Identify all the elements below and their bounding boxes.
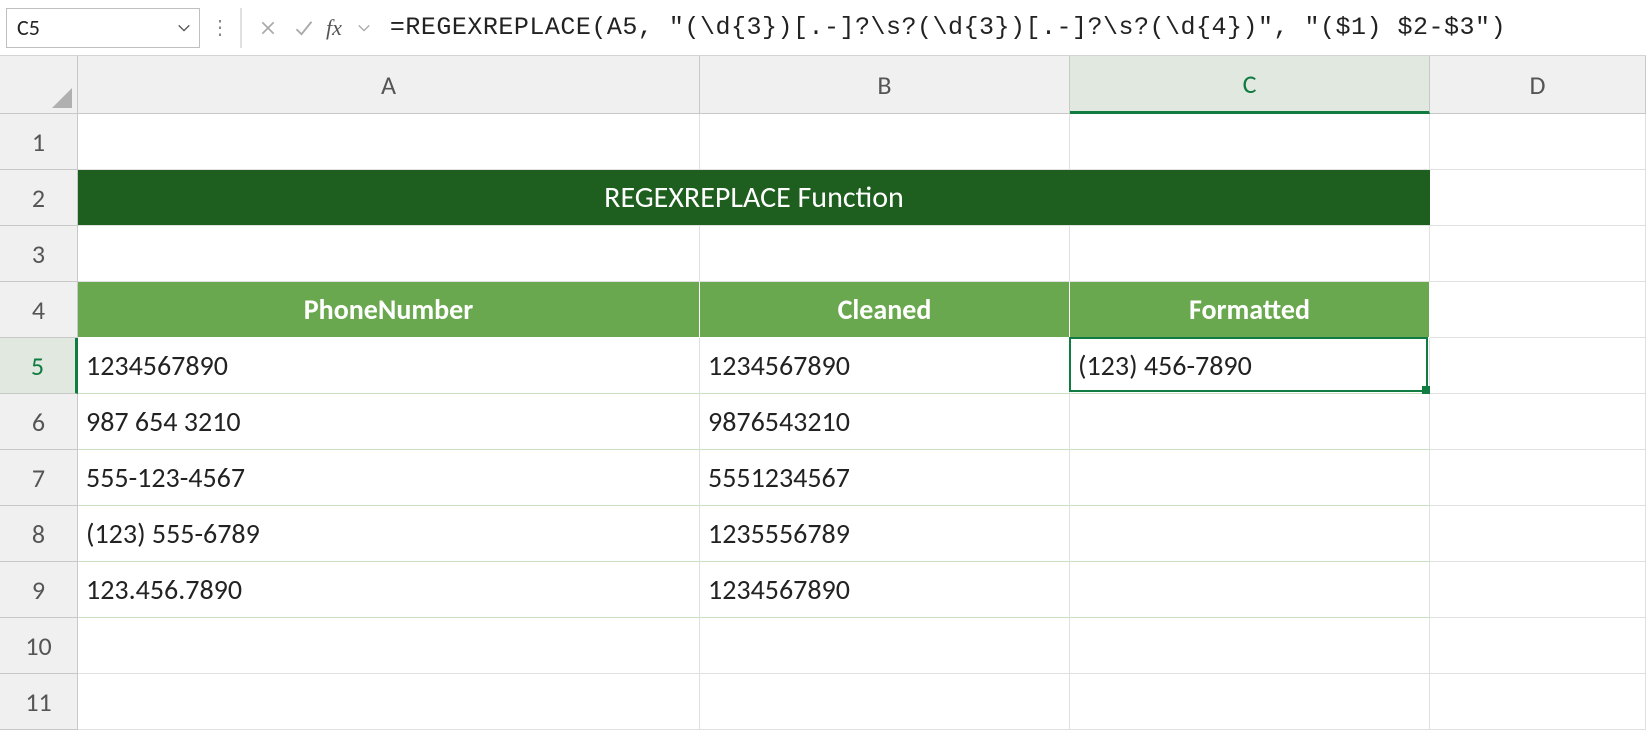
- cell[interactable]: [1430, 114, 1646, 170]
- data-cell[interactable]: 1234567890: [700, 562, 1070, 618]
- formula-input[interactable]: [382, 8, 1646, 48]
- table-header-b[interactable]: Cleaned: [700, 282, 1070, 338]
- cell[interactable]: [1430, 226, 1646, 282]
- spreadsheet-grid: ABCD 1234567891011 REGEXREPLACE Function…: [0, 56, 1646, 684]
- data-cell[interactable]: 1234567890: [78, 338, 700, 394]
- grid-row: 123.456.78901234567890: [78, 562, 1646, 618]
- cell[interactable]: [78, 114, 700, 170]
- cell[interactable]: [1070, 226, 1430, 282]
- data-cell[interactable]: 9876543210: [700, 394, 1070, 450]
- data-cell[interactable]: 1235556789: [700, 506, 1070, 562]
- column-header-b[interactable]: B: [700, 56, 1070, 114]
- row-header-4[interactable]: 4: [0, 282, 78, 338]
- cell[interactable]: [1430, 562, 1646, 618]
- divider-dots-icon: ⋮: [210, 15, 230, 40]
- row-header-11[interactable]: 11: [0, 674, 78, 730]
- chevron-down-icon[interactable]: [177, 14, 191, 41]
- grid-row: 555-123-45675551234567: [78, 450, 1646, 506]
- row-header-7[interactable]: 7: [0, 450, 78, 506]
- cell[interactable]: [700, 114, 1070, 170]
- row-header-10[interactable]: 10: [0, 618, 78, 674]
- row-header-2[interactable]: 2: [0, 170, 78, 226]
- cell[interactable]: [1430, 450, 1646, 506]
- data-cell[interactable]: 987 654 3210: [78, 394, 700, 450]
- cell[interactable]: [78, 618, 700, 674]
- row-header-3[interactable]: 3: [0, 226, 78, 282]
- column-header-a[interactable]: A: [78, 56, 700, 114]
- cell[interactable]: [1070, 618, 1430, 674]
- cell[interactable]: [1430, 674, 1646, 730]
- grid-row: (123) 555-67891235556789: [78, 506, 1646, 562]
- column-header-d[interactable]: D: [1430, 56, 1646, 114]
- grid-row: 12345678901234567890(123) 456-7890: [78, 338, 1646, 394]
- grid-row: 987 654 32109876543210: [78, 394, 1646, 450]
- data-cell[interactable]: [1070, 506, 1430, 562]
- cell[interactable]: [700, 618, 1070, 674]
- data-cell[interactable]: 555-123-4567: [78, 450, 700, 506]
- grid-row: [78, 114, 1646, 170]
- data-cell[interactable]: (123) 456-7890: [1070, 338, 1430, 394]
- cell[interactable]: [1430, 338, 1646, 394]
- column-header-c[interactable]: C: [1070, 56, 1430, 114]
- fx-icon[interactable]: fx: [326, 15, 342, 41]
- divider: [240, 8, 242, 48]
- cell[interactable]: [1070, 114, 1430, 170]
- data-cell[interactable]: 123.456.7890: [78, 562, 700, 618]
- grid-row: [78, 226, 1646, 282]
- grid-row: [78, 618, 1646, 674]
- formula-bar: C5 ⋮ fx: [0, 0, 1646, 56]
- row-header-6[interactable]: 6: [0, 394, 78, 450]
- grid-row: REGEXREPLACE Function: [78, 170, 1646, 226]
- cell[interactable]: [700, 674, 1070, 730]
- name-box-value: C5: [17, 14, 40, 41]
- select-all-corner[interactable]: [0, 56, 78, 114]
- cell[interactable]: [1430, 394, 1646, 450]
- data-cell[interactable]: (123) 555-6789: [78, 506, 700, 562]
- grid-row: [78, 674, 1646, 730]
- title-cell[interactable]: REGEXREPLACE Function: [78, 170, 1430, 226]
- row-header-1[interactable]: 1: [0, 114, 78, 170]
- table-header-a[interactable]: PhoneNumber: [78, 282, 700, 338]
- cell[interactable]: [1430, 618, 1646, 674]
- cell[interactable]: [1430, 170, 1646, 226]
- data-cell[interactable]: 5551234567: [700, 450, 1070, 506]
- row-header-5[interactable]: 5: [0, 338, 78, 394]
- table-header-c[interactable]: Formatted: [1070, 282, 1430, 338]
- row-header-9[interactable]: 9: [0, 562, 78, 618]
- data-cell[interactable]: [1070, 562, 1430, 618]
- cell[interactable]: [78, 674, 700, 730]
- cell[interactable]: [700, 226, 1070, 282]
- row-header-8[interactable]: 8: [0, 506, 78, 562]
- name-box[interactable]: C5: [6, 8, 200, 48]
- grid-row: PhoneNumberCleanedFormatted: [78, 282, 1646, 338]
- data-cell[interactable]: [1070, 394, 1430, 450]
- enter-icon[interactable]: [290, 14, 318, 42]
- cancel-icon[interactable]: [254, 14, 282, 42]
- cell[interactable]: [1430, 506, 1646, 562]
- cell[interactable]: [1070, 674, 1430, 730]
- data-cell[interactable]: 1234567890: [700, 338, 1070, 394]
- data-cell[interactable]: [1070, 450, 1430, 506]
- chevron-down-icon[interactable]: [350, 14, 378, 42]
- cell[interactable]: [1430, 282, 1646, 338]
- cell[interactable]: [78, 226, 700, 282]
